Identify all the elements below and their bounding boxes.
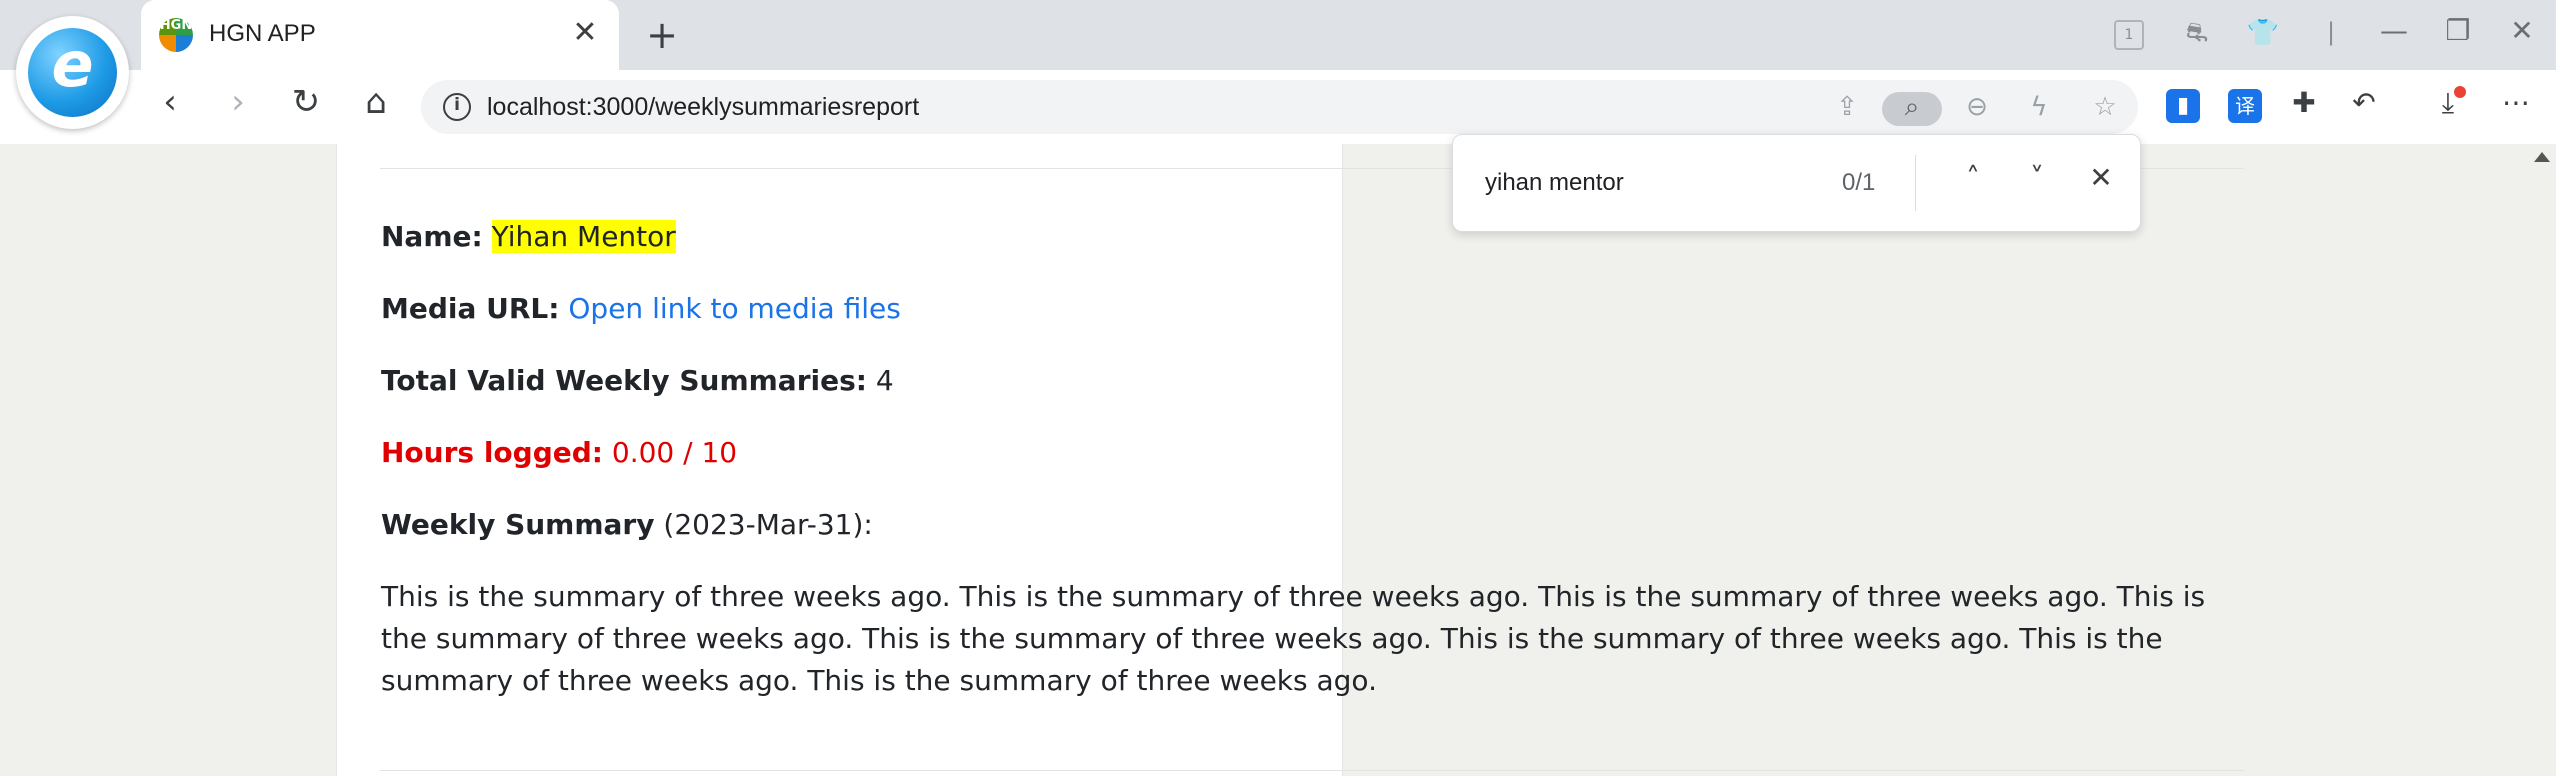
extensions-puzzle-icon[interactable]: ✚: [2284, 86, 2324, 126]
tab-count-icon[interactable]: 1: [2114, 20, 2144, 50]
translate-icon[interactable]: 译: [2228, 89, 2262, 123]
home-icon[interactable]: ⌂: [352, 82, 400, 130]
weekly-summary-heading: Weekly Summary (2023-Mar-31):: [381, 508, 873, 541]
divider-icon: |: [2326, 18, 2336, 46]
incognito-icon[interactable]: ⛐: [2180, 18, 2214, 52]
summary-text: This is the summary of three weeks ago. …: [381, 580, 2206, 697]
page-viewport: Name: Yihan Mentor Media URL: Open link …: [0, 144, 2556, 776]
address-bar[interactable]: i localhost:3000/weeklysummariesreport: [421, 80, 2138, 134]
reload-icon[interactable]: ↻: [282, 82, 330, 130]
extension-mouse-icon[interactable]: ▮: [2166, 89, 2200, 123]
scroll-up-arrow-icon[interactable]: [2534, 152, 2550, 162]
media-link[interactable]: Open link to media files: [568, 292, 900, 325]
name-value: Yihan Mentor: [491, 220, 676, 253]
more-menu-icon[interactable]: ⋯: [2496, 86, 2536, 126]
minimize-icon[interactable]: —: [2372, 14, 2416, 58]
find-next-icon[interactable]: ˅: [2015, 161, 2059, 205]
hours-value: 0.00 / 10: [611, 436, 738, 469]
find-match-count: 0/1: [1842, 169, 1876, 196]
name-row: Name: Yihan Mentor: [381, 220, 676, 253]
find-divider: [1915, 155, 1916, 211]
new-tab-icon[interactable]: +: [640, 13, 684, 57]
close-window-icon[interactable]: ✕: [2500, 14, 2544, 58]
shirt-icon[interactable]: 👕: [2246, 18, 2280, 52]
browser-logo: e: [16, 16, 129, 129]
tab-close-icon[interactable]: ✕: [567, 15, 603, 51]
find-input[interactable]: yihan mentor: [1485, 169, 1624, 197]
total-value: 4: [875, 364, 894, 397]
browser-tab[interactable]: HGN HGN APP ✕: [141, 0, 619, 70]
summary-date: (2023-Mar-31):: [663, 508, 873, 541]
restore-icon[interactable]: ❐: [2436, 14, 2480, 58]
total-summaries-row: Total Valid Weekly Summaries: 4: [381, 364, 894, 397]
media-url-row: Media URL: Open link to media files: [381, 292, 901, 325]
hours-label: Hours logged:: [381, 436, 603, 469]
bookmark-star-icon[interactable]: ☆: [2088, 92, 2122, 126]
url-text: localhost:3000/weeklysummariesreport: [487, 93, 920, 121]
total-label: Total Valid Weekly Summaries:: [381, 364, 867, 397]
divider: [380, 770, 2244, 771]
find-in-page-icon[interactable]: ⌕: [1882, 92, 1942, 126]
undo-icon[interactable]: ↶: [2344, 86, 2384, 126]
lightning-icon[interactable]: ϟ: [2022, 92, 2056, 126]
back-icon[interactable]: ‹: [146, 82, 194, 130]
download-badge: [2454, 86, 2466, 98]
zoom-out-icon[interactable]: ⊖: [1960, 92, 1994, 126]
hours-row: Hours logged: 0.00 / 10: [381, 436, 737, 469]
name-label: Name:: [381, 220, 483, 253]
media-label: Media URL:: [381, 292, 560, 325]
summary-label: Weekly Summary: [381, 508, 655, 541]
site-info-icon[interactable]: i: [443, 93, 471, 121]
forward-icon[interactable]: ›: [214, 82, 262, 130]
find-previous-icon[interactable]: ˄: [1951, 161, 1995, 205]
tab-title: HGN APP: [209, 20, 316, 47]
favicon-icon: HGN: [159, 18, 193, 52]
find-close-icon[interactable]: ✕: [2079, 161, 2123, 205]
share-icon[interactable]: ⇪: [1830, 92, 1864, 126]
find-bar: yihan mentor 0/1 ˄ ˅ ✕: [1452, 134, 2141, 232]
